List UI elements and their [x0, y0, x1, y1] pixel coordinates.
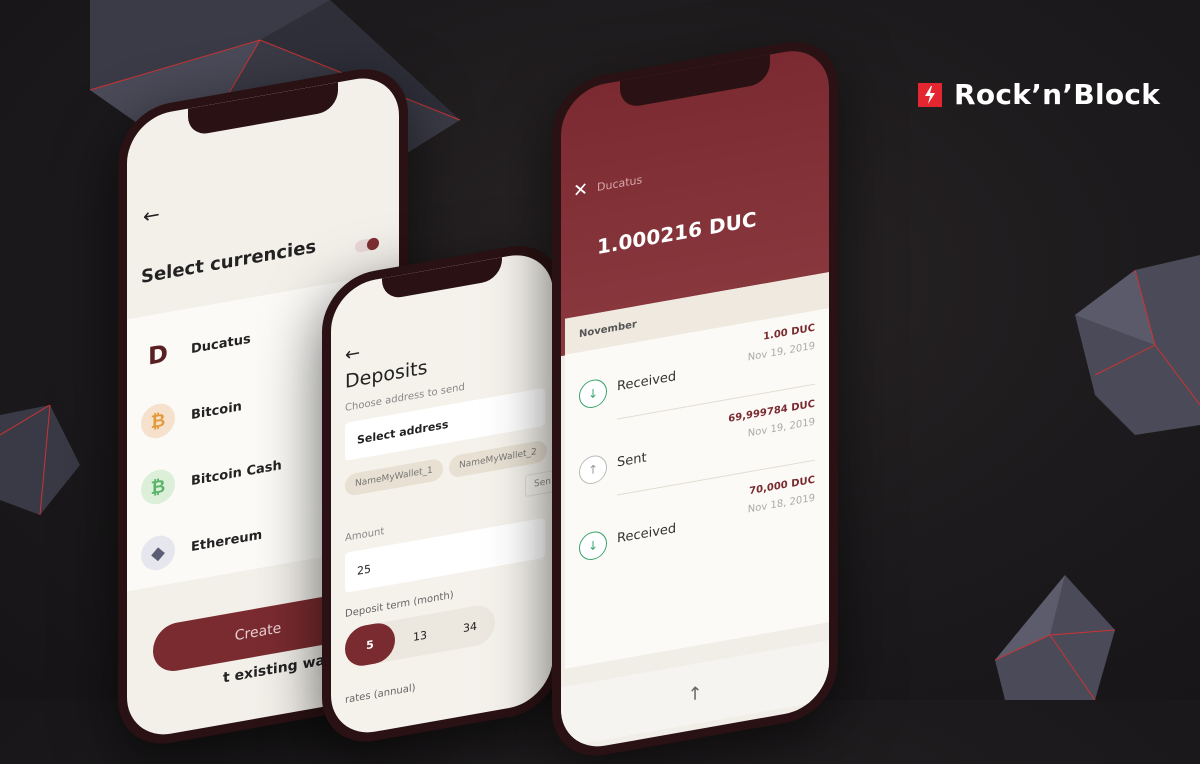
balance: 1.000216 DUC [597, 206, 757, 260]
lightning-icon [918, 82, 942, 107]
close-icon[interactable]: ✕ [573, 179, 588, 203]
transaction-date: Nov 18, 2019 [747, 492, 815, 516]
wallet-chip[interactable]: NameMyWallet_2 [449, 439, 547, 479]
crystal-decoration-left [0, 405, 80, 515]
arrow-up-icon[interactable]: ↑ [687, 682, 702, 706]
currency-name: Ethereum [191, 527, 263, 555]
term-option[interactable]: 5 [345, 620, 395, 669]
wallet-chip[interactable]: NameMyWallet_1 [345, 457, 443, 497]
transaction-type: Received [617, 369, 677, 395]
brand-logo: Rock’n’Block [918, 78, 1160, 111]
currency-name: Ducatus [191, 331, 251, 357]
bitcoin-cash-icon: ₿ [141, 466, 175, 507]
amount-label: Amount [345, 526, 385, 544]
transaction-date: Nov 19, 2019 [747, 416, 815, 440]
coin-name: Ducatus [597, 173, 643, 195]
phone-notch [620, 54, 770, 110]
arrow-up-icon: ↑ [579, 453, 607, 487]
rates-label: rates (annual) [345, 682, 416, 706]
transaction-list: November ↓ Received 1.00 DUC Nov 19, 201… [565, 272, 829, 669]
transaction-type: Sent [617, 450, 647, 471]
bitcoin-icon: ₿ [141, 400, 175, 441]
deposits-screen: ← Deposits Choose address to send Select… [331, 248, 553, 740]
currency-toggle[interactable] [355, 236, 379, 254]
transaction-amount: 1.00 DUC [763, 322, 815, 343]
crystal-decoration-right [1075, 255, 1200, 435]
wallet-screen: ✕ Ducatus 1.000216 DUC November ↓ Receiv… [561, 44, 829, 754]
back-arrow-icon[interactable]: ← [345, 342, 360, 366]
back-arrow-icon[interactable]: ← [143, 202, 160, 229]
term-option[interactable]: 34 [445, 616, 495, 638]
currency-name: Bitcoin Cash [191, 457, 282, 489]
phone-wallet: ✕ Ducatus 1.000216 DUC November ↓ Receiv… [552, 33, 838, 764]
phone-deposits: ← Deposits Choose address to send Select… [322, 237, 562, 750]
transaction-date: Nov 19, 2019 [747, 340, 815, 364]
currency-name: Bitcoin [191, 398, 242, 423]
arrow-down-icon: ↓ [579, 377, 607, 411]
send-button[interactable]: Sen [525, 468, 553, 498]
ducatus-lion-icon: D [148, 339, 168, 371]
arrow-down-icon: ↓ [579, 529, 607, 563]
transaction-type: Received [617, 521, 677, 547]
crystal-decoration-bottom [995, 575, 1115, 700]
page-title: Select currencies [141, 236, 317, 288]
term-option[interactable]: 13 [395, 625, 445, 647]
ethereum-icon: ◆ [141, 532, 175, 573]
brand-name: Rock’n’Block [954, 78, 1161, 111]
